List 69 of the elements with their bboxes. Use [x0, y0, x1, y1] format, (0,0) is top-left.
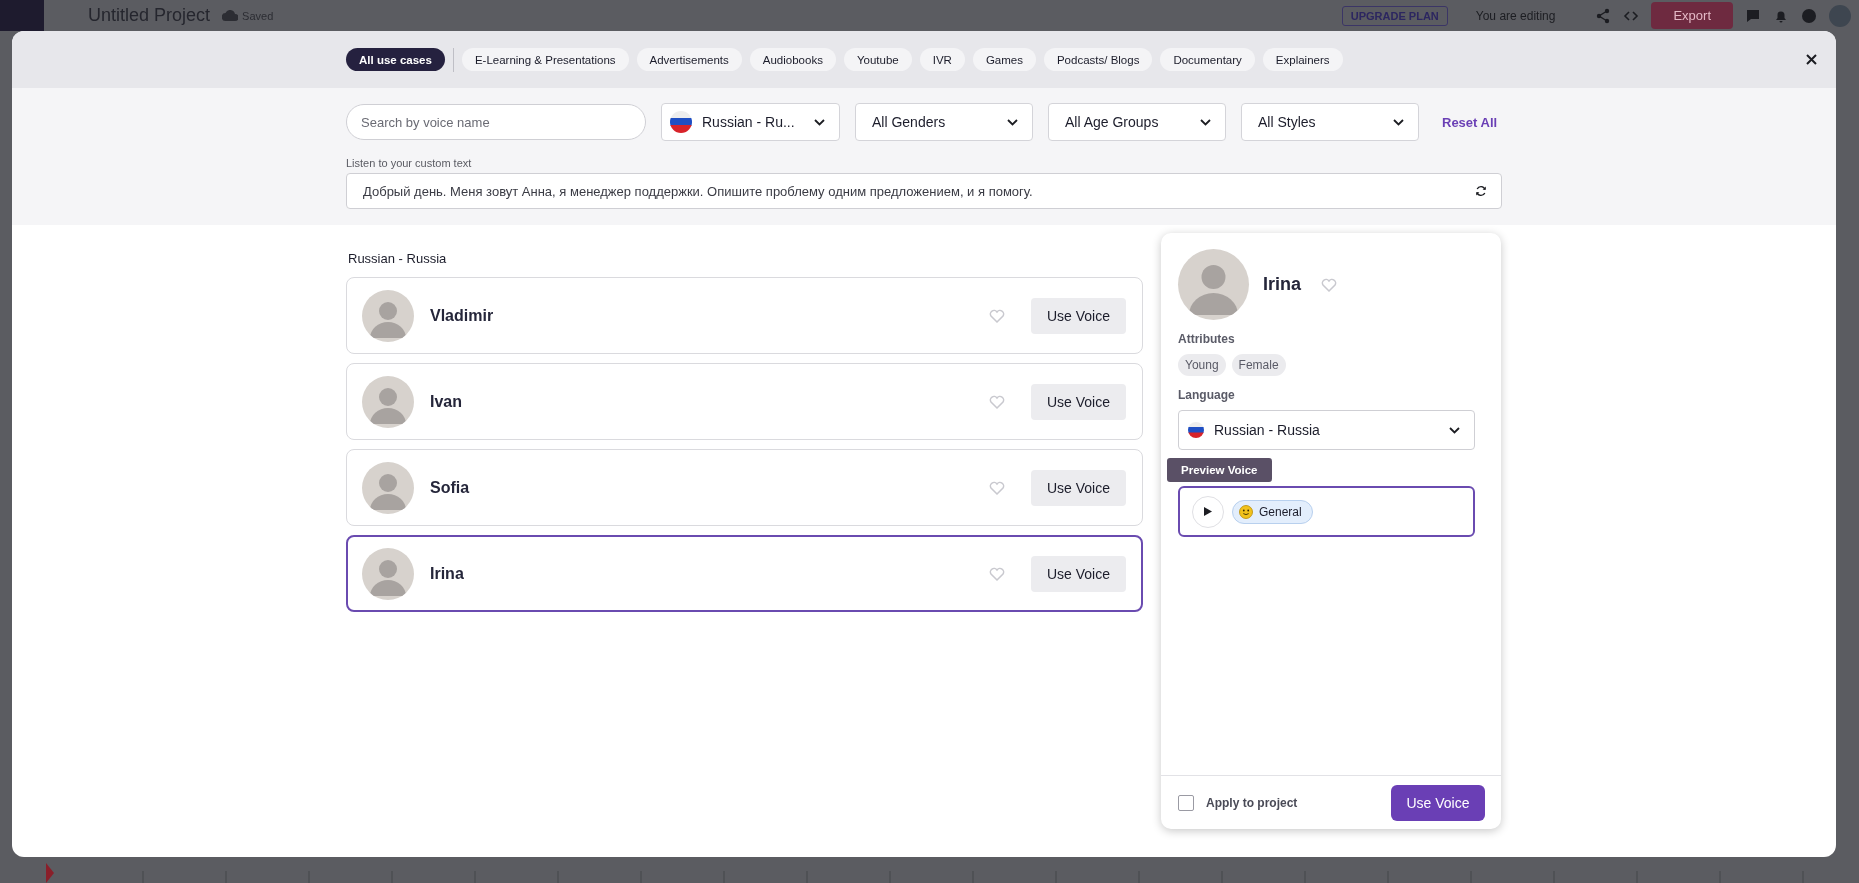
- use-case-tab[interactable]: Podcasts/ Blogs: [1043, 48, 1153, 71]
- language-group-title: Russian - Russia: [348, 251, 448, 266]
- preview-voice-tooltip: Preview Voice: [1167, 458, 1272, 482]
- refresh-icon[interactable]: [1475, 185, 1487, 197]
- attributes-label: Attributes: [1178, 332, 1236, 346]
- language-dropdown[interactable]: Russian - Russia: [1178, 410, 1475, 450]
- russia-flag-icon: [1188, 422, 1204, 438]
- filter-dropdown[interactable]: All Styles: [1241, 103, 1419, 141]
- custom-text-field[interactable]: Добрый день. Меня зовут Анна, я менеджер поддержки. Опишите проблему одним предложением, и я помогу.: [346, 173, 1502, 209]
- share-icon[interactable]: [1595, 7, 1612, 24]
- export-button[interactable]: Export: [1651, 2, 1733, 29]
- voice-card[interactable]: Ivan Use Voice: [346, 363, 1143, 440]
- voice-card[interactable]: Vladimir Use Voice: [346, 277, 1143, 354]
- play-button[interactable]: [1192, 495, 1224, 528]
- voice-card[interactable]: Irina Use Voice: [346, 535, 1143, 612]
- avatar-placeholder: [362, 547, 414, 600]
- use-case-tab[interactable]: IVR: [919, 48, 965, 71]
- custom-text-label: Listen to your custom text: [346, 157, 473, 169]
- heart-icon[interactable]: [989, 394, 1005, 409]
- chevron-down-icon: [814, 118, 825, 126]
- chevron-down-icon: [1393, 118, 1404, 126]
- style-chip[interactable]: General: [1232, 499, 1313, 524]
- voice-name: Ivan: [430, 392, 463, 411]
- use-voice-button[interactable]: Use Voice: [1031, 383, 1126, 420]
- play-icon: [1204, 507, 1212, 516]
- russia-flag-icon: [670, 111, 692, 133]
- search-field[interactable]: Search by voice name: [346, 104, 646, 140]
- voice-name: Irina: [430, 564, 465, 583]
- use-case-tab[interactable]: All use cases: [346, 48, 445, 71]
- use-case-tab[interactable]: Documentary: [1160, 48, 1255, 71]
- voice-name: Sofia: [430, 478, 471, 497]
- close-icon[interactable]: [1806, 54, 1817, 65]
- filter-dropdown[interactable]: All Genders: [855, 103, 1033, 141]
- use-voice-button[interactable]: Use Voice: [1031, 469, 1126, 506]
- cloud-icon: [222, 10, 239, 21]
- chevron-down-icon: [1449, 426, 1460, 434]
- voice-name: Vladimir: [430, 306, 495, 325]
- use-voice-button[interactable]: Use Voice: [1391, 784, 1485, 821]
- attribute-tag: Female: [1231, 354, 1286, 376]
- attribute-tag: Young: [1178, 354, 1226, 376]
- smiley-icon: [1239, 504, 1253, 519]
- use-case-tab[interactable]: Games: [972, 48, 1036, 71]
- use-case-tab[interactable]: Explainers: [1262, 48, 1343, 71]
- voice-name: Irina: [1263, 274, 1301, 295]
- use-case-tab[interactable]: E-Learning & Presentations: [461, 48, 629, 71]
- heart-icon[interactable]: [989, 308, 1005, 323]
- use-case-tab[interactable]: Audiobooks: [749, 48, 836, 71]
- heart-icon[interactable]: [989, 480, 1005, 495]
- use-case-tab[interactable]: Advertisements: [636, 48, 742, 71]
- apply-to-project-label: Apply to project: [1206, 795, 1298, 810]
- user-avatar[interactable]: [1829, 4, 1851, 27]
- checkbox[interactable]: [1178, 794, 1194, 811]
- chat-icon[interactable]: [1745, 7, 1761, 24]
- voice-card[interactable]: Sofia Use Voice: [346, 449, 1143, 526]
- chevron-down-icon: [1200, 118, 1211, 126]
- avatar-placeholder: [362, 375, 414, 428]
- heart-icon[interactable]: [989, 566, 1005, 581]
- reset-all-link[interactable]: Reset All: [1442, 114, 1498, 130]
- use-case-tab[interactable]: Youtube: [843, 48, 912, 71]
- use-voice-button[interactable]: Use Voice: [1031, 297, 1126, 334]
- filter-dropdown[interactable]: Russian - Ru...: [661, 103, 840, 141]
- avatar-placeholder: [362, 461, 414, 514]
- use-voice-button[interactable]: Use Voice: [1031, 555, 1126, 592]
- heart-icon[interactable]: [1321, 277, 1337, 292]
- chevron-down-icon: [1007, 118, 1018, 126]
- filter-dropdown[interactable]: All Age Groups: [1048, 103, 1226, 141]
- avatar-placeholder: [362, 289, 414, 342]
- editing-label: You are editing: [1475, 8, 1556, 23]
- language-label: Language: [1178, 388, 1236, 402]
